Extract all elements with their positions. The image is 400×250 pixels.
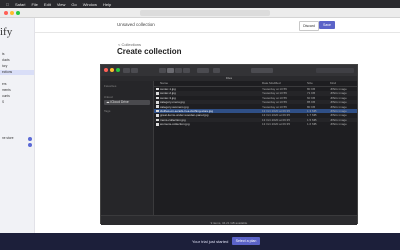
file-row[interactable]: womens-collection.jpg 13 Oct 2020 at 09:3… <box>154 122 357 126</box>
column-kind[interactable]: Kind <box>330 81 336 86</box>
brand-logo: ify <box>0 26 13 38</box>
trial-banner: Your trial just started Select a plan <box>0 233 400 250</box>
image-file-icon <box>156 105 159 108</box>
discard-button[interactable]: Discard <box>299 21 319 31</box>
file-size: 1.6 MB <box>307 122 317 127</box>
menu-window[interactable]: Window <box>83 2 97 7</box>
image-file-icon <box>156 109 159 113</box>
sidebar-item-icloud-label: iCloud Drive <box>110 100 129 104</box>
image-file-icon <box>156 122 159 126</box>
finder-file-list: Name Date Modified Size Kind center-1.jp… <box>154 81 357 215</box>
location-dropdown[interactable] <box>251 67 273 73</box>
unsaved-label: Unsaved collection <box>117 22 155 27</box>
column-date[interactable]: Date Modified <box>262 81 281 86</box>
list-view-icon[interactable] <box>167 67 174 73</box>
finder-close-icon[interactable] <box>104 68 108 72</box>
menu-edit[interactable]: Edit <box>44 2 51 7</box>
sidebar-item-icloud-drive[interactable]: ☁ iCloud Drive <box>104 100 150 105</box>
finder-side-heading-favorites: Favorites <box>104 84 117 88</box>
trial-text: Your trial just started <box>192 239 229 244</box>
file-name: womens-collection.jpg <box>160 122 190 127</box>
share-icon[interactable] <box>213 67 220 73</box>
page-title: Create collection <box>117 47 182 56</box>
sidebar-item-6[interactable]: ounts <box>0 94 34 99</box>
finder-window-controls <box>104 68 120 72</box>
file-date: 13 Oct 2020 at 09:35 <box>262 122 291 127</box>
image-file-icon <box>156 114 159 117</box>
finder-side-heading-tags: Tags <box>104 109 111 113</box>
add-channel-icon[interactable] <box>28 136 32 141</box>
minimize-window-icon[interactable] <box>10 11 14 15</box>
file-kind: JPEG image <box>330 122 347 127</box>
column-view-icon[interactable] <box>175 67 182 73</box>
sidebar-item-2[interactable]: ducts <box>0 58 34 63</box>
sidebar-item-1[interactable]: ts <box>0 52 34 57</box>
admin-sidebar: ify ts ducts tory ections ers ments ount… <box>0 18 35 233</box>
image-file-icon <box>156 92 159 95</box>
finder-side-heading-icloud: iCloud <box>104 95 113 99</box>
apple-icon[interactable]:  <box>6 2 9 7</box>
cloud-icon: ☁ <box>106 100 110 104</box>
select-plan-button[interactable]: Select a plan <box>232 237 260 245</box>
address-bar[interactable] <box>140 10 270 16</box>
contextual-save-bar: Unsaved collection Discard Save <box>35 18 400 33</box>
group-by-icon[interactable] <box>197 67 209 73</box>
menu-safari[interactable]: Safari <box>15 2 25 7</box>
file-picker-dialog: Files Favorites iCloud ☁ iCloud Drive Ta… <box>100 64 358 225</box>
finder-sidebar: Favorites iCloud ☁ iCloud Drive Tags <box>101 81 154 215</box>
sidebar-item-collections[interactable]: ections <box>0 70 34 75</box>
sidebar-item-3[interactable]: tory <box>0 64 34 69</box>
info-icon[interactable] <box>28 142 32 147</box>
sidebar-item-5[interactable]: ments <box>0 88 34 93</box>
menu-help[interactable]: Help <box>103 2 111 7</box>
column-name[interactable]: Name <box>160 81 168 86</box>
finder-statusbar: 9 items, 34.21 GB available <box>101 215 357 225</box>
menu-go[interactable]: Go <box>71 2 76 7</box>
image-file-icon <box>156 118 159 122</box>
menu-file[interactable]: File <box>31 2 37 7</box>
maximize-window-icon[interactable] <box>16 11 20 15</box>
window-controls <box>4 11 20 15</box>
image-file-icon <box>156 100 159 104</box>
gallery-view-icon[interactable] <box>183 67 190 73</box>
sidebar-item-7[interactable]: S <box>0 100 34 105</box>
icon-view-icon[interactable] <box>159 67 166 73</box>
sidebar-item-4[interactable]: ers <box>0 82 34 87</box>
finder-minimize-icon[interactable] <box>110 68 114 72</box>
finder-maximize-icon[interactable] <box>116 68 120 72</box>
status-text: 9 items, 34.21 GB available <box>210 221 248 225</box>
browser-toolbar <box>0 8 400 18</box>
save-button[interactable]: Save <box>319 21 335 29</box>
image-file-icon <box>156 96 159 100</box>
finder-search-input[interactable] <box>316 67 354 73</box>
system-menubar:  Safari File Edit View Go Window Help <box>0 0 400 8</box>
close-window-icon[interactable] <box>4 11 8 15</box>
image-file-icon <box>156 87 159 91</box>
column-size[interactable]: Size <box>307 81 313 86</box>
back-icon[interactable] <box>123 67 130 73</box>
forward-icon[interactable] <box>131 67 138 73</box>
menu-view[interactable]: View <box>57 2 66 7</box>
